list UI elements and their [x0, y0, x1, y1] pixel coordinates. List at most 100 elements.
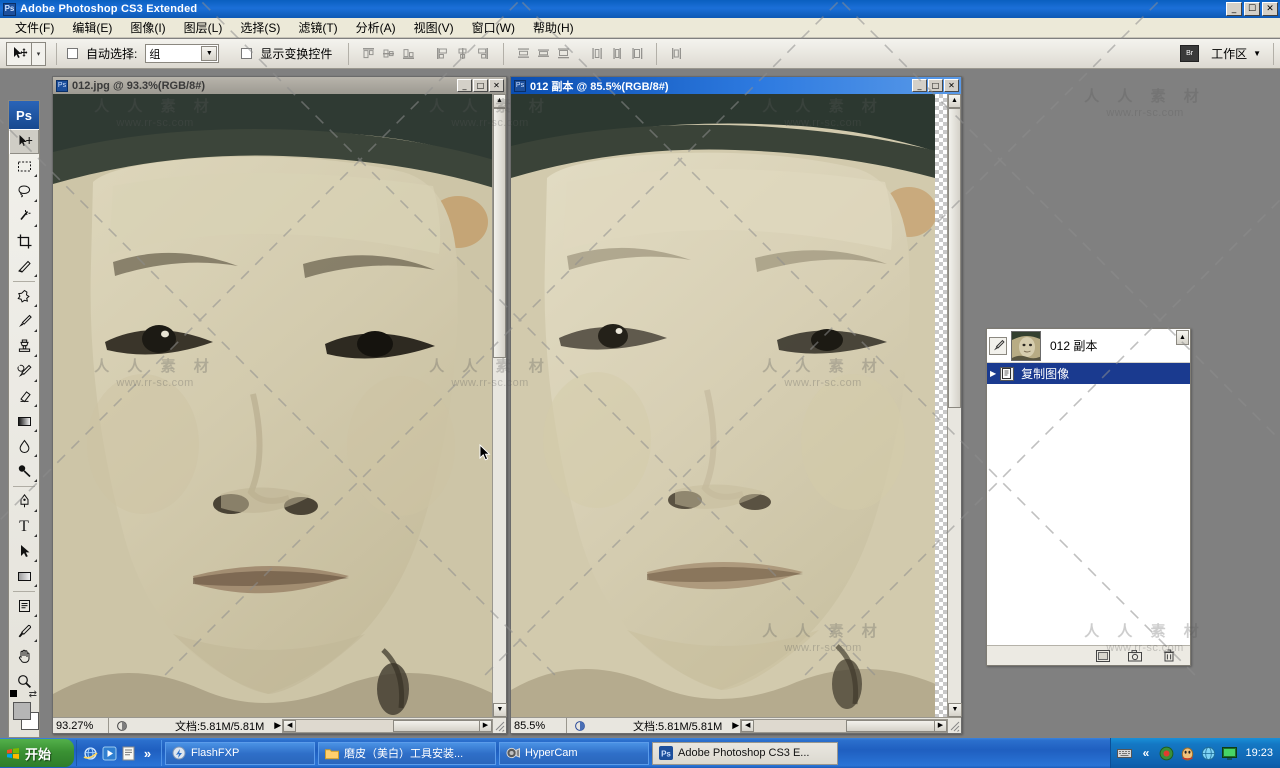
taskbar-item-hypercam[interactable]: HyperCam — [499, 741, 649, 765]
healing-brush-tool[interactable] — [9, 284, 39, 309]
system-clock[interactable]: 19:23 — [1245, 747, 1273, 759]
delete-icon[interactable] — [1161, 649, 1176, 663]
align-top-edges-icon[interactable] — [359, 45, 377, 63]
rectangular-marquee-tool[interactable] — [9, 154, 39, 179]
swap-colors-icon[interactable]: ⇄ — [29, 689, 37, 700]
chevron-down-icon[interactable]: ▼ — [201, 46, 218, 61]
menu-filter[interactable]: 滤镜(T) — [289, 17, 346, 38]
history-state-row[interactable]: ▶ 复制图像 — [987, 363, 1190, 384]
history-brush-tool[interactable] — [9, 359, 39, 384]
scroll-right-button[interactable]: ▶ — [934, 719, 947, 732]
document-2-maximize-button[interactable]: □ — [928, 79, 943, 92]
taskbar-item-flashfxp[interactable]: FlashFXP — [165, 741, 315, 765]
eyedropper-tool[interactable] — [9, 619, 39, 644]
preview-icon[interactable] — [567, 720, 593, 732]
notes-tool[interactable] — [9, 594, 39, 619]
show-transform-controls-checkbox[interactable] — [241, 48, 253, 59]
auto-select-checkbox[interactable] — [67, 48, 78, 59]
tool-preset-arrow[interactable]: ▾ — [32, 41, 46, 66]
menu-select[interactable]: 选择(S) — [231, 17, 289, 38]
new-document-from-state-icon[interactable] — [1095, 649, 1110, 663]
history-panel[interactable]: ▲ 012 副本 ▶ 复制图像 — [986, 328, 1191, 666]
distribute-vertical-centers-icon[interactable] — [534, 45, 552, 63]
gradient-tool[interactable] — [9, 409, 39, 434]
history-panel-body[interactable] — [987, 384, 1190, 645]
media-player-icon[interactable] — [102, 746, 117, 761]
distribute-bottom-edges-icon[interactable] — [554, 45, 572, 63]
brush-tool[interactable] — [9, 309, 39, 334]
notepad-icon[interactable] — [121, 746, 136, 761]
menu-help[interactable]: 帮助(H) — [524, 17, 583, 38]
menu-image[interactable]: 图像(I) — [121, 17, 174, 38]
horizontal-scroll-thumb[interactable] — [846, 719, 937, 732]
document-1-vertical-scrollbar[interactable]: ▲ ▼ — [492, 94, 507, 717]
status-menu-arrow-icon[interactable]: ▶ — [274, 720, 281, 731]
document-1-close-button[interactable]: ✕ — [489, 79, 504, 92]
vertical-scroll-thumb[interactable] — [948, 108, 961, 408]
slice-tool[interactable] — [9, 254, 39, 279]
document-2-zoom-level[interactable]: 85.5% — [511, 718, 567, 733]
scroll-down-button[interactable]: ▼ — [948, 703, 962, 717]
status-menu-arrow-icon[interactable]: ▶ — [732, 720, 739, 731]
menu-view[interactable]: 视图(V) — [405, 17, 463, 38]
document-1-minimize-button[interactable]: _ — [457, 79, 472, 92]
eraser-tool[interactable] — [9, 384, 39, 409]
document-2-close-button[interactable]: ✕ — [944, 79, 959, 92]
auto-align-layers-icon[interactable] — [667, 45, 685, 63]
document-2-horizontal-scrollbar[interactable]: ◀ ▶ — [740, 718, 948, 733]
menu-layer[interactable]: 图层(L) — [175, 17, 232, 38]
scroll-left-button[interactable]: ◀ — [283, 719, 297, 732]
align-right-edges-icon[interactable] — [473, 45, 491, 63]
document-2-title-bar[interactable]: Ps 012 副本 @ 85.5%(RGB/8#) _ □ ✕ — [511, 77, 961, 94]
menu-window[interactable]: 窗口(W) — [463, 17, 524, 38]
align-bottom-edges-icon[interactable] — [399, 45, 417, 63]
resize-grip[interactable] — [494, 719, 506, 733]
monitor-icon[interactable] — [1222, 746, 1238, 761]
rectangle-shape-tool[interactable] — [9, 564, 39, 589]
chevron-left-icon[interactable]: « — [1138, 746, 1153, 761]
path-selection-tool[interactable] — [9, 539, 39, 564]
preview-icon[interactable] — [109, 720, 135, 732]
hand-tool[interactable] — [9, 644, 39, 669]
distribute-left-edges-icon[interactable] — [588, 45, 606, 63]
keyboard-ime-icon[interactable] — [1117, 746, 1133, 761]
distribute-right-edges-icon[interactable] — [628, 45, 646, 63]
menu-analysis[interactable]: 分析(A) — [347, 17, 405, 38]
align-left-edges-icon[interactable] — [433, 45, 451, 63]
maximize-button[interactable]: ☐ — [1244, 2, 1260, 16]
minimize-button[interactable]: _ — [1226, 2, 1242, 16]
blur-tool[interactable] — [9, 434, 39, 459]
document-1-title-bar[interactable]: Ps 012.jpg @ 93.3%(RGB/8#) _ □ ✕ — [53, 77, 506, 94]
document-window-2[interactable]: Ps 012 副本 @ 85.5%(RGB/8#) _ □ ✕ ▲ ▼ 85.5… — [510, 76, 962, 734]
menu-edit[interactable]: 编辑(E) — [63, 17, 121, 38]
document-1-maximize-button[interactable]: □ — [473, 79, 488, 92]
document-1-canvas[interactable] — [53, 94, 492, 717]
magic-wand-tool[interactable] — [9, 204, 39, 229]
crop-tool[interactable] — [9, 229, 39, 254]
scroll-down-button[interactable]: ▼ — [493, 703, 507, 717]
type-tool[interactable]: T — [9, 514, 39, 539]
align-horizontal-centers-icon[interactable] — [453, 45, 471, 63]
document-2-vertical-scrollbar[interactable]: ▲ ▼ — [947, 94, 962, 717]
qq-icon[interactable] — [1180, 746, 1195, 761]
history-brush-source-icon[interactable] — [989, 336, 1007, 355]
taskbar-item-photoshop[interactable]: Ps Adobe Photoshop CS3 E... — [652, 741, 838, 765]
taskbar-item-folder[interactable]: 磨皮（美白）工具安装... — [318, 741, 496, 765]
workspace-button[interactable]: 工作区 ▼ — [1205, 43, 1267, 64]
start-button[interactable]: 开始 — [0, 739, 74, 767]
horizontal-scroll-thumb[interactable] — [393, 719, 486, 732]
pen-tool[interactable] — [9, 489, 39, 514]
scroll-up-button[interactable]: ▲ — [948, 94, 961, 108]
distribute-horizontal-centers-icon[interactable] — [608, 45, 626, 63]
resize-grip[interactable] — [949, 719, 961, 733]
move-tool[interactable] — [9, 129, 39, 154]
lasso-tool[interactable] — [9, 179, 39, 204]
internet-explorer-icon[interactable] — [83, 746, 98, 761]
document-2-canvas[interactable] — [511, 94, 947, 717]
align-vertical-centers-icon[interactable] — [379, 45, 397, 63]
shield-icon[interactable] — [1159, 746, 1174, 761]
document-window-1[interactable]: Ps 012.jpg @ 93.3%(RGB/8#) _ □ ✕ ▲ ▼ 93.… — [52, 76, 507, 734]
foreground-color-swatch[interactable] — [13, 702, 31, 720]
history-scroll-up-button[interactable]: ▲ — [1176, 330, 1189, 345]
globe-icon[interactable] — [1201, 746, 1216, 761]
